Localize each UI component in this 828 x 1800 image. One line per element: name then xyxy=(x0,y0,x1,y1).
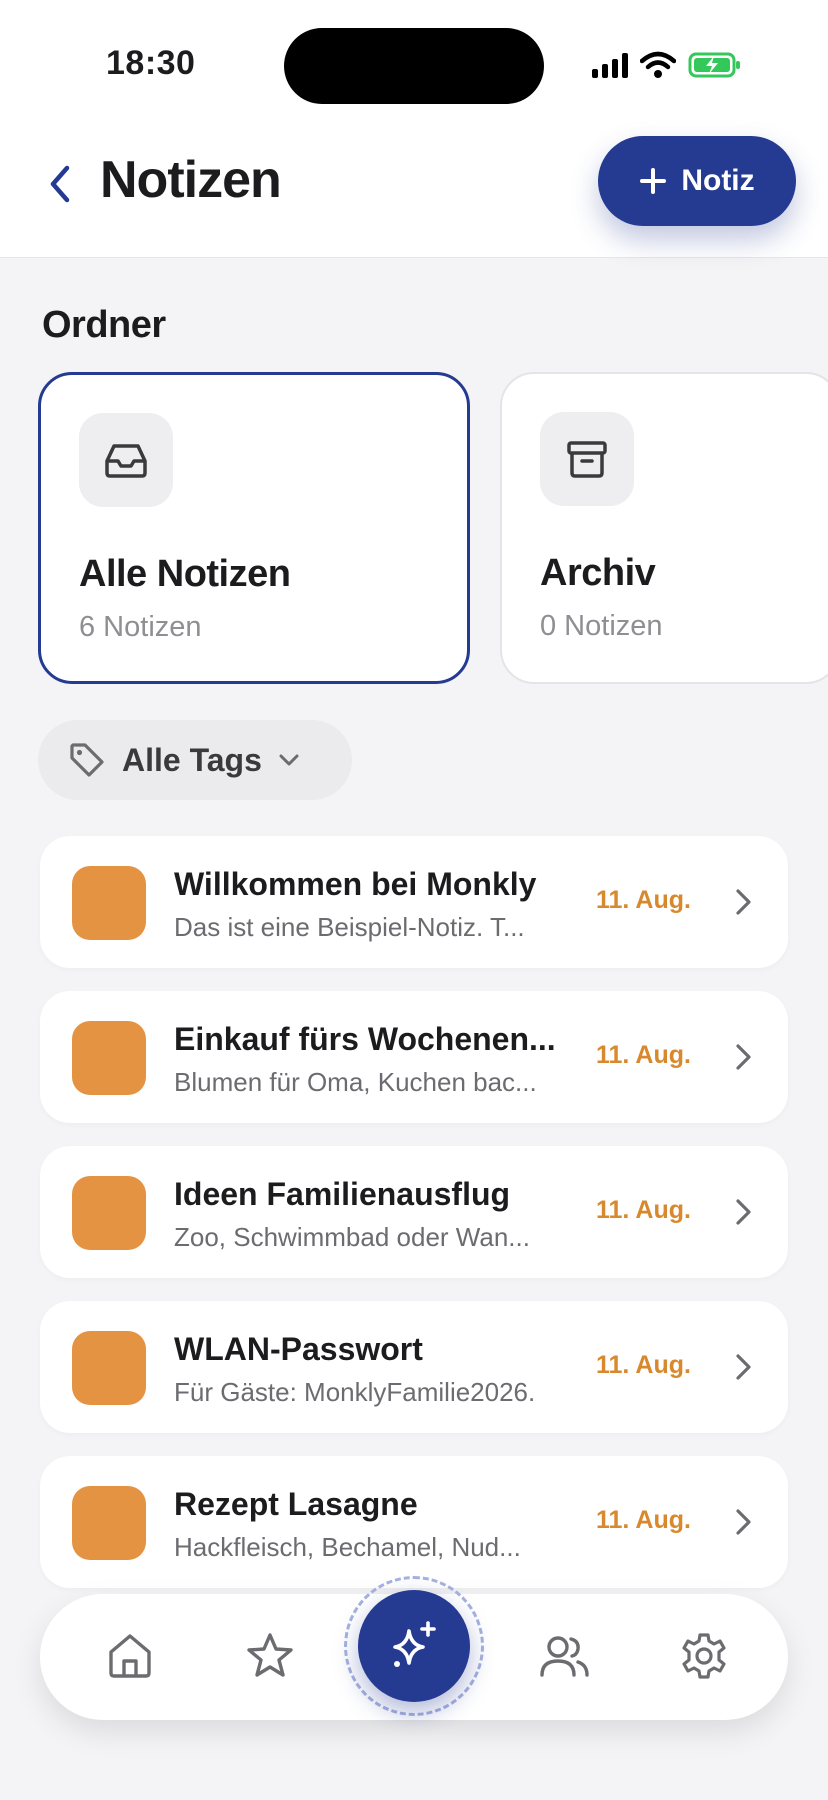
star-icon xyxy=(247,1633,293,1677)
archive-icon xyxy=(567,441,607,478)
tab-settings[interactable] xyxy=(672,1624,736,1688)
note-date: 11. Aug. xyxy=(596,1506,691,1534)
note-row[interactable]: Willkommen bei Monkly Das ist eine Beisp… xyxy=(40,836,788,968)
tag-icon xyxy=(70,743,104,777)
note-title: WLAN-Passwort xyxy=(174,1331,423,1367)
users-icon xyxy=(540,1636,589,1677)
note-preview: Hackfleisch, Bechamel, Nud... xyxy=(174,1532,521,1562)
folder-icon-box xyxy=(540,412,634,506)
new-note-button[interactable]: Notiz xyxy=(598,136,796,226)
battery-icon xyxy=(688,52,740,78)
tab-favorites[interactable] xyxy=(238,1624,302,1688)
note-title: Ideen Familienausflug xyxy=(174,1176,511,1212)
plus-icon xyxy=(640,168,667,194)
wifi-icon xyxy=(640,51,676,78)
note-color-swatch xyxy=(72,1486,146,1560)
home-icon xyxy=(109,1634,151,1678)
signal-icon xyxy=(592,52,628,78)
chevron-right-icon xyxy=(736,1509,751,1535)
note-color-swatch xyxy=(72,1331,146,1405)
folder-name: Alle Notizen xyxy=(79,553,291,595)
note-title: Rezept Lasagne xyxy=(174,1486,418,1522)
note-preview: Für Gäste: MonklyFamilie2026. xyxy=(174,1377,536,1407)
folder-card-all-notes[interactable]: Alle Notizen 6 Notizen xyxy=(38,372,470,684)
inbox-icon xyxy=(105,444,147,478)
note-row[interactable]: Ideen Familienausflug Zoo, Schwimmbad od… xyxy=(40,1146,788,1278)
back-button[interactable] xyxy=(36,152,84,216)
folder-name: Archiv xyxy=(540,552,656,594)
note-color-swatch xyxy=(72,1176,146,1250)
folder-count: 0 Notizen xyxy=(540,610,663,642)
folder-card-archive[interactable]: Archiv 0 Notizen xyxy=(500,372,828,684)
note-preview: Blumen für Oma, Kuchen bac... xyxy=(174,1067,537,1097)
folder-count: 6 Notizen xyxy=(79,611,202,643)
ai-assistant-button[interactable] xyxy=(358,1590,470,1702)
page-title: Notizen xyxy=(100,151,282,209)
note-date: 11. Aug. xyxy=(596,1196,691,1224)
status-icons xyxy=(592,48,742,82)
note-color-swatch xyxy=(72,866,146,940)
chevron-right-icon xyxy=(736,1044,751,1070)
note-row[interactable]: Einkauf fürs Wochenen... Blumen für Oma,… xyxy=(40,991,788,1123)
chevron-right-icon xyxy=(736,889,751,915)
dynamic-island xyxy=(284,28,544,104)
note-preview: Das ist eine Beispiel-Notiz. T... xyxy=(174,912,525,942)
note-row[interactable]: WLAN-Passwort Für Gäste: MonklyFamilie20… xyxy=(40,1301,788,1433)
note-list: Willkommen bei Monkly Das ist eine Beisp… xyxy=(40,836,788,1611)
note-date: 11. Aug. xyxy=(596,886,691,914)
tag-filter-label: Alle Tags xyxy=(122,741,262,778)
tab-home[interactable] xyxy=(98,1624,162,1688)
note-preview: Zoo, Schwimmbad oder Wan... xyxy=(174,1222,530,1252)
note-date: 11. Aug. xyxy=(596,1041,691,1069)
chevron-right-icon xyxy=(736,1199,751,1225)
chevron-left-icon xyxy=(50,165,70,203)
chevron-right-icon xyxy=(736,1354,751,1380)
chevron-down-icon xyxy=(279,754,299,766)
new-note-label: Notiz xyxy=(681,164,755,197)
note-row[interactable]: Rezept Lasagne Hackfleisch, Bechamel, Nu… xyxy=(40,1456,788,1588)
note-color-swatch xyxy=(72,1021,146,1095)
folder-icon-box xyxy=(79,413,173,507)
note-title: Willkommen bei Monkly xyxy=(174,866,537,902)
note-date: 11. Aug. xyxy=(596,1351,691,1379)
note-title: Einkauf fürs Wochenen... xyxy=(174,1021,556,1057)
sparkles-icon xyxy=(393,1621,436,1667)
gear-icon xyxy=(682,1633,726,1679)
status-time: 18:30 xyxy=(106,44,196,82)
tab-family[interactable] xyxy=(532,1624,596,1688)
tag-filter-dropdown[interactable]: Alle Tags xyxy=(38,720,352,800)
folders-section-title: Ordner xyxy=(42,304,166,346)
